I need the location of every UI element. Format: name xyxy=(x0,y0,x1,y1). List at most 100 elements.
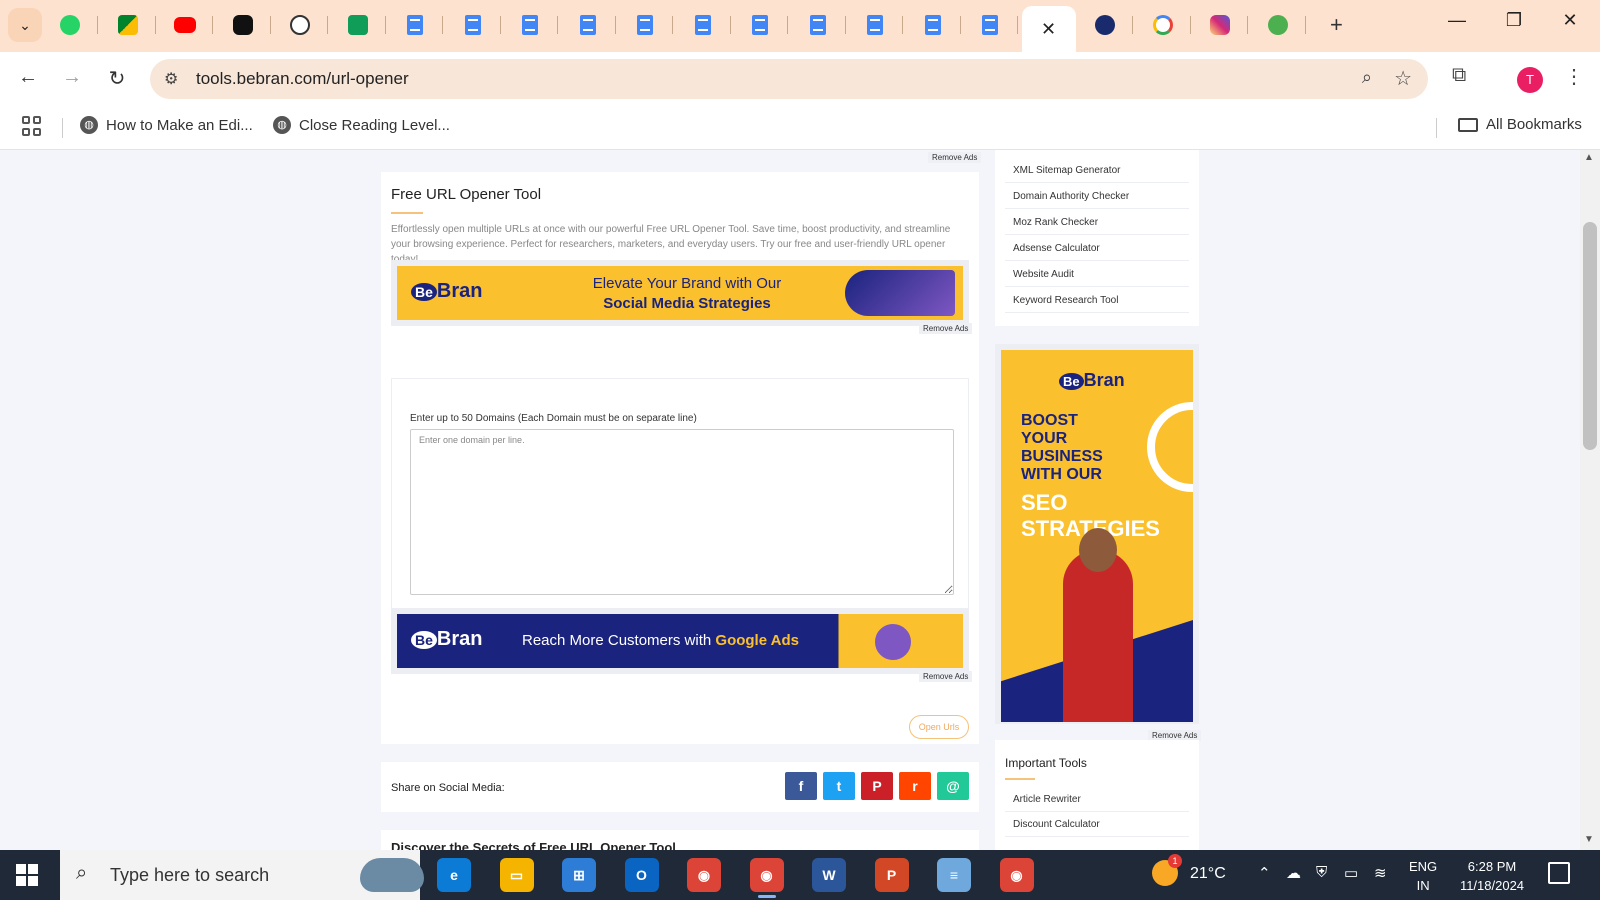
browser-tab[interactable] xyxy=(962,6,1018,44)
bebran-logo: Be Bran xyxy=(1059,370,1125,391)
browser-tab[interactable] xyxy=(732,6,788,44)
browser-tab[interactable] xyxy=(157,6,213,44)
browser-tab[interactable] xyxy=(1077,6,1133,44)
google-docs-icon xyxy=(464,15,481,35)
browser-tab[interactable] xyxy=(790,6,846,44)
restore-button[interactable]: ❐ xyxy=(1494,10,1534,31)
remove-ads-link[interactable]: Remove Ads xyxy=(928,152,982,163)
google-ads-illustration xyxy=(871,620,915,664)
tab-search-button[interactable]: ⌄ xyxy=(8,8,42,42)
browser-tab[interactable] xyxy=(1192,6,1248,44)
youtube-icon xyxy=(174,17,196,33)
bookmark-item[interactable]: ◍ Close Reading Level... xyxy=(273,116,450,134)
reddit-share-button[interactable]: r xyxy=(899,772,931,800)
sidebar-tool-link[interactable]: Keyword Research Tool xyxy=(1005,288,1189,313)
sidebar-tool-link[interactable]: Adsense Calculator xyxy=(1005,236,1189,261)
address-bar[interactable]: ⚙ tools.bebran.com/url-opener ⌕ ☆ xyxy=(150,59,1428,99)
apps-grid-icon[interactable] xyxy=(22,116,42,136)
browser-tab[interactable] xyxy=(502,6,558,44)
close-window-button[interactable]: ✕ xyxy=(1550,10,1590,31)
browser-tab[interactable] xyxy=(905,6,961,44)
globe-icon: ◍ xyxy=(80,116,98,134)
facebook-share-button[interactable]: f xyxy=(785,772,817,800)
wifi-icon[interactable]: ≋ xyxy=(1374,864,1387,882)
onedrive-icon[interactable]: ☁ xyxy=(1286,864,1301,882)
chrome-profile-app-icon[interactable]: ◉ xyxy=(749,858,784,898)
chevron-down-icon: ⌄ xyxy=(19,16,31,33)
new-tab-button[interactable]: + xyxy=(1330,12,1343,38)
chevron-up-icon[interactable]: ⌃ xyxy=(1258,864,1271,882)
sidebar-tool-link[interactable]: Domain Authority Checker xyxy=(1005,184,1189,209)
browser-tab[interactable] xyxy=(1250,6,1306,44)
browser-tab[interactable] xyxy=(215,6,271,44)
close-icon[interactable]: ✕ xyxy=(1041,19,1056,40)
url-text[interactable]: tools.bebran.com/url-opener xyxy=(196,69,409,89)
file-explorer-app-icon[interactable]: ▭ xyxy=(499,858,534,892)
chrome-profile2-app-icon[interactable]: ◉ xyxy=(999,858,1034,892)
important-tools-card: Important Tools Article Rewriter Discoun… xyxy=(995,740,1199,850)
notification-icon[interactable] xyxy=(1548,862,1570,884)
start-button[interactable] xyxy=(16,864,38,886)
sidebar-ad[interactable]: Be Bran BOOST YOUR BUSINESS WITH OUR SEO … xyxy=(995,344,1199,724)
remove-ads-link[interactable]: Remove Ads xyxy=(919,671,973,682)
important-tool-link[interactable]: Discount Calculator xyxy=(1005,812,1189,837)
sidebar-tool-link[interactable]: XML Sitemap Generator xyxy=(1005,158,1189,183)
extensions-icon[interactable]: ⧉ xyxy=(1452,64,1466,87)
ad-banner-google-ads[interactable]: Be Bran Reach More Customers with Google … xyxy=(391,608,969,674)
minimize-icon: — xyxy=(1448,10,1466,30)
twitter-share-button[interactable]: t xyxy=(823,772,855,800)
ad-headline: BOOST YOUR BUSINESS WITH OUR xyxy=(1021,412,1103,483)
browser-tab[interactable] xyxy=(445,6,501,44)
security-icon[interactable]: ⛨ xyxy=(1316,864,1327,881)
browser-tab[interactable] xyxy=(560,6,616,44)
bookmark-item[interactable]: ◍ How to Make an Edi... xyxy=(80,116,253,134)
domains-textarea[interactable] xyxy=(410,429,954,595)
notepad-app-icon[interactable]: ≡ xyxy=(937,858,971,892)
open-urls-button[interactable]: Open Urls xyxy=(909,715,969,739)
battery-icon[interactable]: ▭ xyxy=(1344,864,1358,882)
scroll-up-icon[interactable]: ▲ xyxy=(1584,152,1594,163)
ad-banner-social[interactable]: Be Bran Elevate Your Brand with Our Socia… xyxy=(391,260,969,326)
outlook-app-icon[interactable]: O xyxy=(624,858,659,892)
browser-tab[interactable] xyxy=(100,6,156,44)
browser-tab[interactable] xyxy=(1135,6,1191,44)
sidebar-tool-link[interactable]: Website Audit xyxy=(1005,262,1189,287)
browser-tab[interactable] xyxy=(675,6,731,44)
avatar[interactable]: T xyxy=(1517,67,1543,93)
reload-button[interactable]: ↻ xyxy=(103,66,131,91)
language-indicator[interactable]: ENG IN xyxy=(1409,857,1437,895)
chrome-app-icon[interactable]: ◉ xyxy=(687,858,721,892)
remove-ads-link[interactable]: Remove Ads xyxy=(919,323,973,334)
word-app-icon[interactable]: W xyxy=(812,858,846,892)
browser-tab[interactable] xyxy=(330,6,386,44)
folder-icon xyxy=(1458,117,1478,132)
browser-menu-icon[interactable]: ⋮ xyxy=(1564,64,1584,89)
email-share-button[interactable]: @ xyxy=(937,772,969,800)
all-bookmarks-button[interactable]: All Bookmarks xyxy=(1458,116,1582,133)
important-tool-link[interactable]: Article Rewriter xyxy=(1005,787,1189,812)
clock[interactable]: 6:28 PM 11/18/2024 xyxy=(1452,857,1532,895)
active-browser-tab[interactable]: ✕ xyxy=(1021,6,1076,52)
minimize-button[interactable]: — xyxy=(1437,10,1477,31)
forward-button[interactable]: → xyxy=(58,66,86,89)
taskbar-search[interactable]: ⌕ Type here to search xyxy=(60,850,424,900)
microsoft-store-app-icon[interactable]: ⊞ xyxy=(562,858,596,892)
browser-tab[interactable] xyxy=(387,6,443,44)
browser-tab[interactable] xyxy=(847,6,903,44)
google-docs-icon xyxy=(752,15,768,35)
back-button[interactable]: ← xyxy=(14,66,42,89)
domains-label: Enter up to 50 Domains (Each Domain must… xyxy=(410,413,697,424)
browser-tab[interactable] xyxy=(272,6,328,44)
browser-tab[interactable] xyxy=(42,6,98,44)
powerpoint-app-icon[interactable]: P xyxy=(874,858,909,892)
site-settings-icon[interactable]: ⚙ xyxy=(164,69,178,89)
scrollbar-thumb[interactable] xyxy=(1583,222,1597,450)
temperature[interactable]: 21°C xyxy=(1190,865,1226,883)
sidebar-tool-link[interactable]: Moz Rank Checker xyxy=(1005,210,1189,235)
bookmark-star-icon[interactable]: ☆ xyxy=(1394,66,1412,91)
pinterest-share-button[interactable]: P xyxy=(861,772,893,800)
edge-app-icon[interactable]: e xyxy=(437,858,471,892)
scroll-down-icon[interactable]: ▼ xyxy=(1584,834,1594,845)
zoom-icon[interactable]: ⌕ xyxy=(1362,67,1372,88)
browser-tab[interactable] xyxy=(617,6,673,44)
